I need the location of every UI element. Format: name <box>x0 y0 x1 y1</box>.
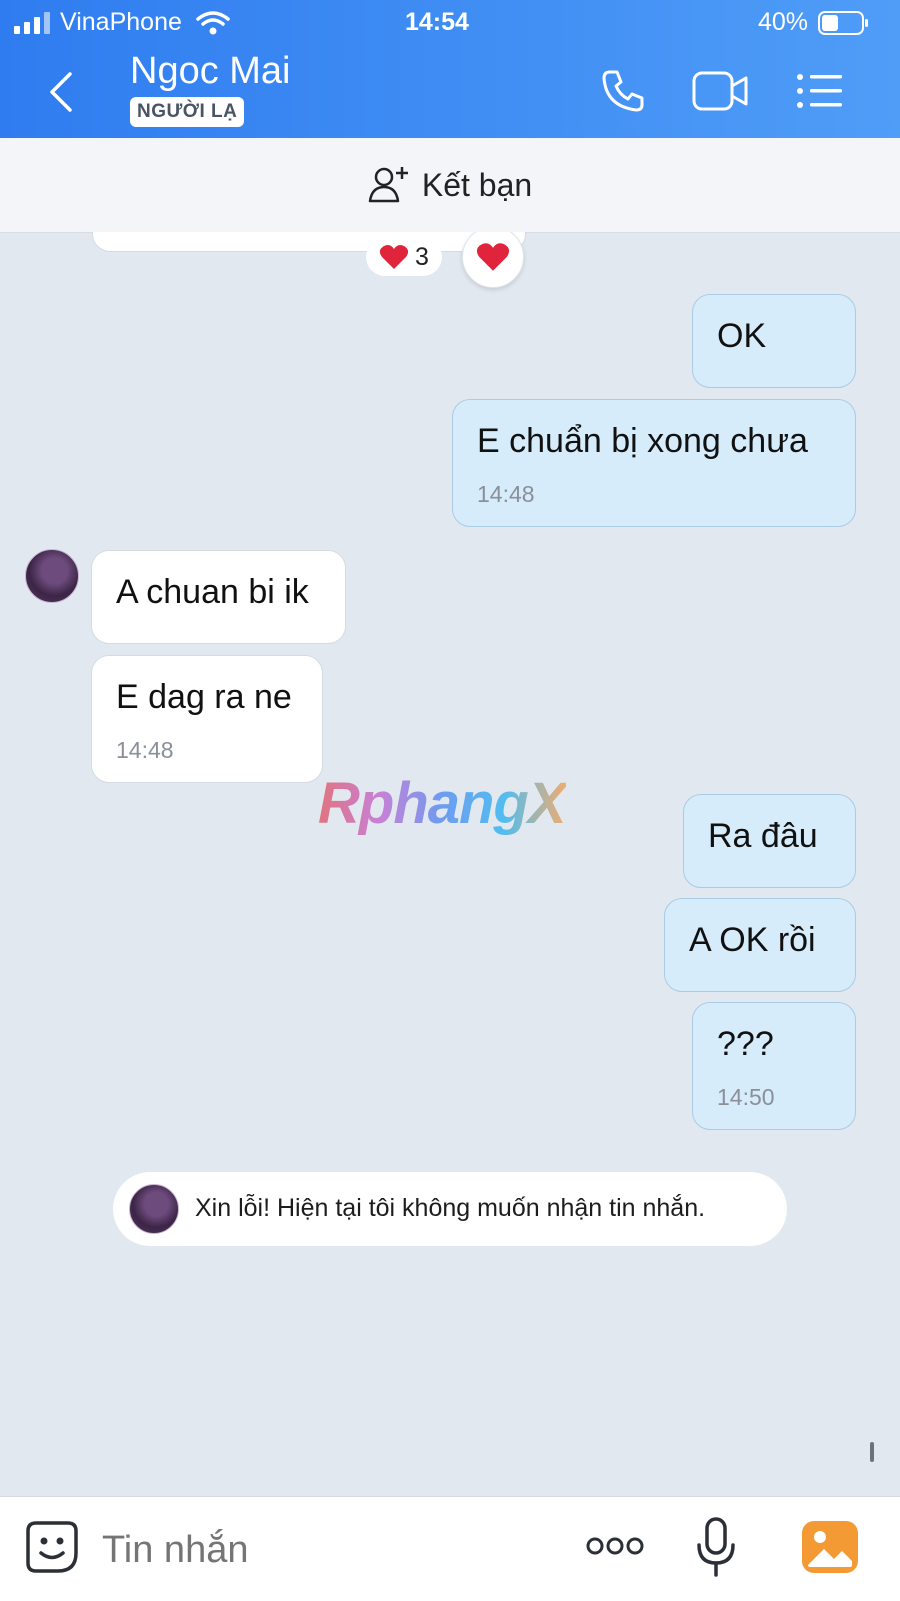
heart-icon <box>476 243 510 271</box>
scrollbar[interactable] <box>870 1442 874 1462</box>
contact-avatar <box>129 1184 179 1234</box>
message-bubble-incoming[interactable]: A chuan bi ik <box>91 550 346 644</box>
message-time: 14:48 <box>477 481 535 507</box>
message-text: A OK rồi <box>689 921 816 959</box>
add-friend-bar[interactable]: Kết bạn <box>0 138 900 233</box>
contact-avatar[interactable] <box>25 549 79 603</box>
auto-reply-notice: Xin lỗi! Hiện tại tôi không muốn nhận ti… <box>113 1172 787 1246</box>
message-text: E dag ra ne <box>116 678 292 716</box>
message-list[interactable]: 3 OK E chuẩn bị xong chưa 14:48 A chuan … <box>0 232 900 1496</box>
message-bubble-incoming[interactable]: E dag ra ne 14:48 <box>91 655 323 783</box>
video-icon[interactable] <box>692 70 750 112</box>
wifi-icon <box>196 11 230 35</box>
heart-icon <box>379 245 409 269</box>
sticker-icon[interactable] <box>24 1519 80 1575</box>
chat-header: VinaPhone 14:54 40% Ngoc Mai NGƯỜI LẠ <box>0 0 900 138</box>
previous-message-bubble <box>92 232 526 252</box>
contact-name[interactable]: Ngoc Mai <box>130 50 291 93</box>
add-friend-label: Kết bạn <box>421 166 533 203</box>
message-bubble-outgoing[interactable]: Ra đâu <box>683 794 856 888</box>
clock: 14:54 <box>405 8 469 36</box>
microphone-icon[interactable] <box>696 1517 736 1579</box>
battery-percent: 40% <box>758 8 809 36</box>
phone-icon[interactable] <box>600 68 646 114</box>
reaction-summary[interactable]: 3 <box>366 238 442 276</box>
battery-icon <box>818 11 868 35</box>
message-text: OK <box>717 317 767 355</box>
message-time: 14:50 <box>717 1084 775 1110</box>
react-button[interactable] <box>462 232 524 288</box>
message-time: 14:48 <box>116 737 174 763</box>
message-bubble-outgoing[interactable]: ??? 14:50 <box>692 1002 856 1130</box>
gallery-icon[interactable] <box>800 1519 860 1575</box>
add-friend-icon <box>368 167 408 203</box>
message-text: E chuẩn bị xong chưa <box>477 422 808 460</box>
auto-reply-text: Xin lỗi! Hiện tại tôi không muốn nhận ti… <box>195 1194 706 1222</box>
message-bubble-outgoing[interactable]: OK <box>692 294 856 388</box>
carrier-name: VinaPhone <box>60 8 182 36</box>
more-icon[interactable] <box>586 1535 644 1557</box>
reaction-count: 3 <box>415 242 429 271</box>
message-bubble-outgoing[interactable]: E chuẩn bị xong chưa 14:48 <box>452 399 856 527</box>
signal-icon <box>14 12 50 34</box>
message-text: A chuan bi ik <box>116 573 309 611</box>
menu-icon[interactable] <box>796 72 844 110</box>
message-text: Ra đâu <box>708 817 818 855</box>
watermark: RphangX <box>318 771 567 836</box>
back-icon[interactable] <box>44 70 80 114</box>
message-input[interactable] <box>100 1523 524 1577</box>
message-bubble-outgoing[interactable]: A OK rồi <box>664 898 856 992</box>
stranger-badge: NGƯỜI LẠ <box>130 97 245 127</box>
message-text: ??? <box>717 1025 774 1063</box>
message-composer <box>0 1496 900 1601</box>
